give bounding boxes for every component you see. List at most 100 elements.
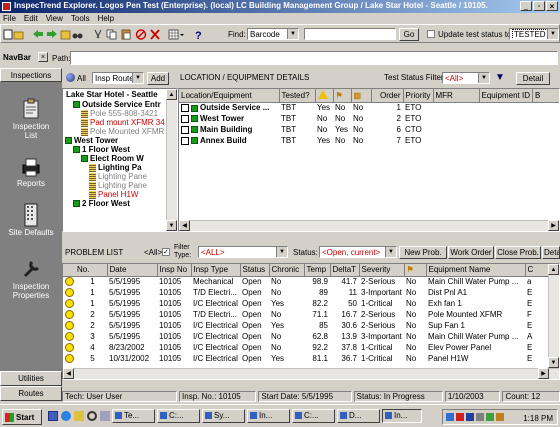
new-icon[interactable] — [3, 29, 13, 40]
tree-node[interactable]: Lighting Pa — [65, 163, 165, 172]
tree-node[interactable]: Elect Room W — [65, 154, 165, 163]
tray-shield-icon[interactable] — [456, 413, 464, 421]
location-hscroll[interactable]: ◀ ▶ — [179, 220, 559, 231]
tree-node[interactable]: 1 Floor West — [65, 145, 165, 154]
back-icon[interactable] — [33, 30, 43, 38]
all-label[interactable]: All — [77, 74, 86, 83]
scroll-right-icon[interactable]: ▶ — [548, 220, 559, 231]
sidebar-routes-tab[interactable]: Routes — [0, 386, 62, 401]
sidebar-utilities-tab[interactable]: Utilities — [0, 371, 62, 386]
col-flag[interactable]: ⚑ — [333, 89, 352, 103]
scroll-up-icon[interactable]: ▲ — [166, 89, 177, 100]
path-input[interactable] — [70, 51, 558, 65]
location-row[interactable]: Annex Build TBT Yes No No 7 ETO — [179, 135, 559, 146]
tree-node[interactable]: Lighting Pane — [65, 172, 165, 181]
col-no[interactable]: No. — [63, 264, 108, 277]
work-order-button[interactable]: Work Order — [448, 246, 494, 259]
problem-row[interactable]: 1 5/5/1995 10105 Mechanical Open No 98.9 41.7 2-… — [63, 276, 549, 287]
scroll-down-icon[interactable]: ▼ — [166, 220, 177, 231]
close-problem-button[interactable]: Close Prob. — [495, 246, 541, 259]
go-button[interactable]: Go — [399, 28, 419, 41]
tree-node[interactable]: Pole Mounted XFMR — [65, 127, 165, 136]
tree-node[interactable]: West Tower — [65, 136, 165, 145]
sidebar-item-site-defaults[interactable]: Site Defaults — [0, 202, 62, 242]
find-input[interactable] — [304, 28, 396, 40]
folder-icon[interactable] — [60, 30, 71, 40]
ie-icon[interactable] — [61, 411, 71, 421]
forward-icon[interactable] — [47, 30, 57, 38]
taskbar-task-button[interactable]: Te... — [112, 409, 155, 423]
tray-en-icon[interactable] — [466, 413, 474, 421]
row-checkbox[interactable] — [181, 136, 189, 145]
col-severity[interactable]: Severity — [359, 264, 405, 277]
sidebar-inspections-tab[interactable]: Inspections — [0, 68, 62, 82]
problem-row[interactable]: 2 5/5/1995 10105 I/C Electrical Open Yes 85 30.… — [63, 320, 549, 331]
route-dropdown[interactable]: Insp Route ▼ — [92, 72, 144, 84]
location-tree[interactable]: Lake Star Hotel - Seattle Outside Servic… — [62, 88, 178, 232]
col-mfr[interactable]: MFR — [433, 89, 480, 103]
sidebar-item-inspection-properties[interactable]: Inspection Properties — [0, 258, 62, 308]
location-row[interactable]: West Tower TBT No No No 2 ETO — [179, 113, 559, 124]
menu-view[interactable]: View — [46, 14, 63, 23]
taskbar-task-button[interactable]: C:... — [292, 409, 335, 423]
tree-node[interactable]: Lighting Pane — [65, 181, 165, 190]
filter-type-dropdown[interactable]: <ALL> ▼ — [198, 246, 288, 258]
location-row[interactable]: Outside Service ... TBT Yes No No 1 ETO — [179, 102, 559, 113]
row-checkbox[interactable] — [181, 114, 189, 123]
status-filter-dropdown[interactable]: <Open, current> ▼ — [319, 246, 397, 258]
problem-row[interactable]: 2 5/5/1995 10105 T/D Electri... Open No 71.1 16… — [63, 309, 549, 320]
col-chronic[interactable]: Chronic — [269, 264, 305, 277]
menu-edit[interactable]: Edit — [24, 14, 38, 23]
navbar-close-icon[interactable]: × — [38, 52, 48, 62]
row-checkbox[interactable] — [181, 104, 189, 113]
problem-row[interactable]: 5 10/31/2002 10105 I/C Electrical Open Yes 81.… — [63, 353, 549, 364]
col-equipment-id[interactable]: Equipment ID — [479, 89, 533, 103]
menu-help[interactable]: Help — [98, 14, 114, 23]
tree-root[interactable]: Lake Star Hotel - Seattle — [66, 90, 158, 99]
desktop-icon[interactable] — [48, 411, 58, 421]
maximize-button[interactable]: ▫ — [533, 1, 545, 11]
location-row[interactable]: Main Building TBT No Yes No 6 CTO — [179, 124, 559, 135]
update-status-checkbox[interactable] — [427, 30, 435, 38]
col-temp[interactable]: Temp — [304, 264, 331, 277]
find-binoculars-icon[interactable] — [72, 33, 83, 39]
close-button[interactable]: × — [546, 1, 558, 11]
problem-row[interactable]: 4 8/23/2002 10105 I/C Electrical Open No 92.2 3… — [63, 342, 549, 353]
taskbar-task-button[interactable]: C:... — [157, 409, 200, 423]
col-c[interactable]: C — [525, 264, 550, 277]
tree-vscroll[interactable]: ▲ ▼ — [166, 89, 177, 231]
search-icon[interactable] — [87, 411, 97, 421]
problem-row[interactable]: 1 5/5/1995 10105 T/D Electri... Open No 89 11 3-… — [63, 287, 549, 298]
taskbar-task-button[interactable]: In... — [382, 409, 422, 423]
problem-detail-button[interactable]: Detail — [542, 246, 560, 259]
col-equipment-name[interactable]: Equipment Name — [426, 264, 526, 277]
col-priority[interactable]: Priority — [403, 89, 434, 103]
tray-network-icon[interactable] — [446, 413, 454, 421]
tray-monitor-icon[interactable] — [496, 413, 504, 421]
open-icon[interactable] — [13, 31, 24, 40]
filter-funnel-icon[interactable]: ▼ — [495, 72, 505, 83]
sidebar-item-inspection-list[interactable]: Inspection List — [0, 98, 62, 146]
tree-node[interactable]: Pole 555-808-3421 — [65, 109, 165, 118]
all-filter-checkbox[interactable]: ✓ — [162, 248, 170, 256]
scroll-left-icon[interactable]: ◀ — [63, 368, 74, 379]
start-button[interactable]: Start — [2, 409, 42, 425]
update-status-dropdown[interactable]: TESTED ▼ — [509, 28, 559, 40]
col-b[interactable]: B — [532, 89, 559, 103]
col-date[interactable]: Date — [107, 264, 158, 277]
problem-vscroll[interactable]: ▲ ▼ — [548, 264, 559, 368]
tray-speaker-icon[interactable] — [476, 413, 484, 421]
location-detail-button[interactable]: Detail — [516, 72, 550, 85]
new-problem-button[interactable]: New Prob. — [399, 246, 447, 259]
menu-file[interactable]: File — [3, 14, 16, 23]
taskbar-task-button[interactable]: D... — [337, 409, 380, 423]
col-chart[interactable]: ▥ — [351, 89, 372, 103]
col-delta-t[interactable]: DeltaT — [330, 264, 360, 277]
delete-icon[interactable] — [150, 29, 160, 40]
tree-node[interactable]: Pad mount XFMR 34 — [65, 118, 165, 127]
paste-icon[interactable] — [121, 29, 131, 40]
problem-hscroll[interactable]: ◀ ▶ — [63, 368, 559, 379]
tree-node[interactable]: Panel H1W — [65, 190, 165, 199]
col-insp-type[interactable]: Insp Type — [191, 264, 241, 277]
menu-tools[interactable]: Tools — [71, 14, 90, 23]
